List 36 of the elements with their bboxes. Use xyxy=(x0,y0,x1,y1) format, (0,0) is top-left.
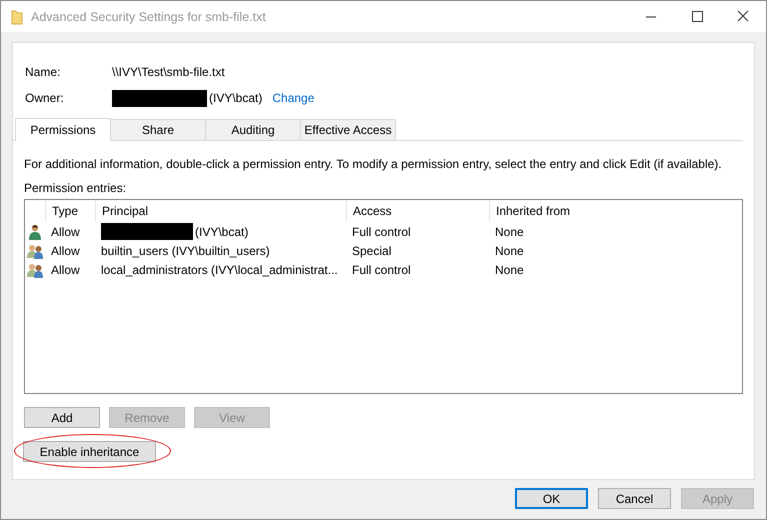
tab[interactable]: Share xyxy=(110,119,206,140)
column-header[interactable]: Type xyxy=(45,200,95,222)
table-cell-text: None xyxy=(494,262,525,276)
tab[interactable]: Effective Access xyxy=(300,119,396,140)
column-header[interactable]: Inherited from xyxy=(489,200,729,222)
table-cell: (IVY\bcat) xyxy=(195,224,248,238)
enable-inheritance-button[interactable]: Enable inheritance xyxy=(23,441,156,462)
table-cell: builtin_users (IVY\builtin_users) xyxy=(101,244,270,258)
tab[interactable]: Auditing xyxy=(205,119,301,140)
table-cell-text: Allow xyxy=(50,244,81,258)
table-cell-text: Special xyxy=(351,244,392,258)
window-title: Advanced Security Settings for smb-file.txt xyxy=(31,10,267,24)
table-cell: local_administrators (IVY\local_administrat... xyxy=(101,262,338,276)
change-link[interactable]: Change xyxy=(272,91,314,105)
table-cell-text: None xyxy=(494,244,525,258)
tab[interactable]: Permissions xyxy=(15,118,111,141)
users-icon xyxy=(26,242,44,258)
entries-label: Permission entries: xyxy=(24,181,128,197)
name-label: Name: xyxy=(25,65,62,79)
table-cell-text: Allow xyxy=(50,224,81,238)
user-icon xyxy=(28,224,42,240)
column-header[interactable]: Access xyxy=(346,200,489,222)
users-icon xyxy=(26,262,44,278)
table-cell-text: Full control xyxy=(351,262,412,276)
action-button[interactable]: Add xyxy=(24,407,100,428)
dialog-button[interactable]: OK xyxy=(515,488,588,509)
column-header[interactable]: Principal xyxy=(95,200,346,222)
owner-value: (IVY\bcat) xyxy=(209,91,262,105)
table-cell-text: Allow xyxy=(50,262,81,276)
folder-icon xyxy=(11,8,23,24)
table-cell-text: None xyxy=(494,224,525,238)
owner-label: Owner: xyxy=(25,91,65,105)
table-cell-text: Full control xyxy=(351,224,412,238)
dialog-button[interactable]: Cancel xyxy=(598,488,671,509)
name-value: \\IVY\Test\smb-file.txt xyxy=(112,65,225,79)
info-text: For additional information, double-click a permission entry. To modify a permission entry, select the entry and click Edit (if available). xyxy=(24,157,723,173)
